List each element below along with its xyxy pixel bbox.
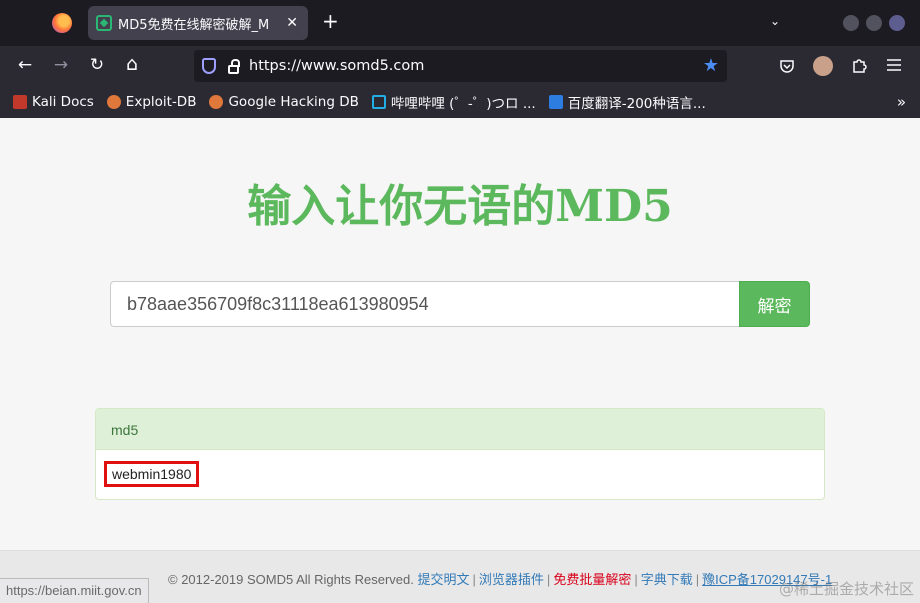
watermark: @稀土掘金技术社区 <box>778 580 914 598</box>
tab-title: MD5免费在线解密破解_M <box>118 17 270 33</box>
hamburger-menu-icon[interactable] <box>887 59 901 71</box>
decrypted-result: webmin1980 <box>104 461 200 487</box>
extensions-puzzle-icon[interactable] <box>851 57 868 74</box>
pocket-icon[interactable] <box>779 58 795 74</box>
account-avatar-icon[interactable] <box>813 56 833 76</box>
firefox-logo-icon[interactable] <box>52 13 72 33</box>
tracking-protection-shield-icon[interactable] <box>202 58 216 74</box>
url-bar[interactable]: https://www.somd5.com ★ <box>194 50 727 82</box>
minimize-window-button[interactable] <box>843 15 859 31</box>
footer-line: © 2012-2019 SOMD5 All Rights Reserved. 提… <box>168 572 833 587</box>
bookmark-star-icon[interactable]: ★ <box>703 55 719 76</box>
page-content: 输入让你无语的MD5 解密 md5 webmin1980 © 2012-2019… <box>0 118 920 603</box>
bookmarks-toolbar: Kali Docs Exploit-DB Google Hacking DB 哔… <box>0 86 920 118</box>
navigation-toolbar: ← → ↻ ⌂ https://www.somd5.com ★ <box>0 46 920 86</box>
bookmark-kali-docs[interactable]: Kali Docs <box>13 94 94 110</box>
bookmark-exploit-db[interactable]: Exploit-DB <box>106 94 197 110</box>
active-tab[interactable]: MD5免费在线解密破解_M ✕ <box>88 6 308 40</box>
ghdb-icon <box>209 95 224 109</box>
reload-icon[interactable]: ↻ <box>86 55 108 75</box>
result-panel: md5 webmin1980 <box>95 408 825 500</box>
url-text[interactable]: https://www.somd5.com <box>249 58 424 74</box>
footer-link-dictionary-download[interactable]: 字典下载 <box>641 572 693 587</box>
bookmark-label: Kali Docs <box>32 94 94 110</box>
footer-link-submit-plaintext[interactable]: 提交明文 <box>418 572 470 587</box>
page-title: 输入让你无语的MD5 <box>247 181 673 232</box>
baidu-translate-icon <box>548 95 563 109</box>
more-bookmarks-chevron-icon[interactable]: » <box>897 93 906 111</box>
somd5-favicon-icon <box>96 15 112 31</box>
copyright-text: © 2012-2019 SOMD5 All Rights Reserved. <box>168 572 414 587</box>
footer-link-browser-plugin[interactable]: 浏览器插件 <box>479 572 544 587</box>
md5-search-form: 解密 <box>110 281 810 327</box>
bookmark-label: 哔哩哔哩 (゜-゜)つロ ... <box>390 96 536 112</box>
home-icon[interactable]: ⌂ <box>121 53 143 75</box>
bookmark-bilibili[interactable]: 哔哩哔哩 (゜-゜)つロ ... <box>371 92 536 112</box>
md5-hash-input[interactable] <box>110 281 739 327</box>
footer-link-batch-decrypt[interactable]: 免费批量解密 <box>553 572 631 587</box>
tab-strip: MD5免费在线解密破解_M ✕ + ⌄ <box>0 0 920 46</box>
back-arrow-icon[interactable]: ← <box>14 55 36 75</box>
bookmark-label: Exploit-DB <box>125 94 197 110</box>
exploit-db-icon <box>106 95 121 109</box>
tab-close-icon[interactable]: ✕ <box>286 15 298 31</box>
result-panel-body: webmin1980 <box>96 450 824 498</box>
close-window-button[interactable] <box>889 15 905 31</box>
bookmark-label: Google Hacking DB <box>228 94 359 110</box>
bookmark-label: 百度翻译-200种语言... <box>567 96 706 112</box>
decrypt-button[interactable]: 解密 <box>739 281 810 327</box>
tab-list-chevron-icon[interactable]: ⌄ <box>770 14 780 28</box>
kali-docs-icon <box>13 95 27 109</box>
new-tab-button[interactable]: + <box>322 11 339 31</box>
status-bar-url: https://beian.miit.gov.cn <box>0 578 149 603</box>
lock-icon[interactable] <box>228 58 240 74</box>
forward-arrow-icon[interactable]: → <box>50 55 72 75</box>
result-panel-heading: md5 <box>96 409 824 450</box>
maximize-window-button[interactable] <box>866 15 882 31</box>
bookmark-baidu-translate[interactable]: 百度翻译-200种语言... <box>548 92 706 112</box>
bookmark-google-hacking-db[interactable]: Google Hacking DB <box>209 94 359 110</box>
bilibili-icon <box>371 95 386 109</box>
